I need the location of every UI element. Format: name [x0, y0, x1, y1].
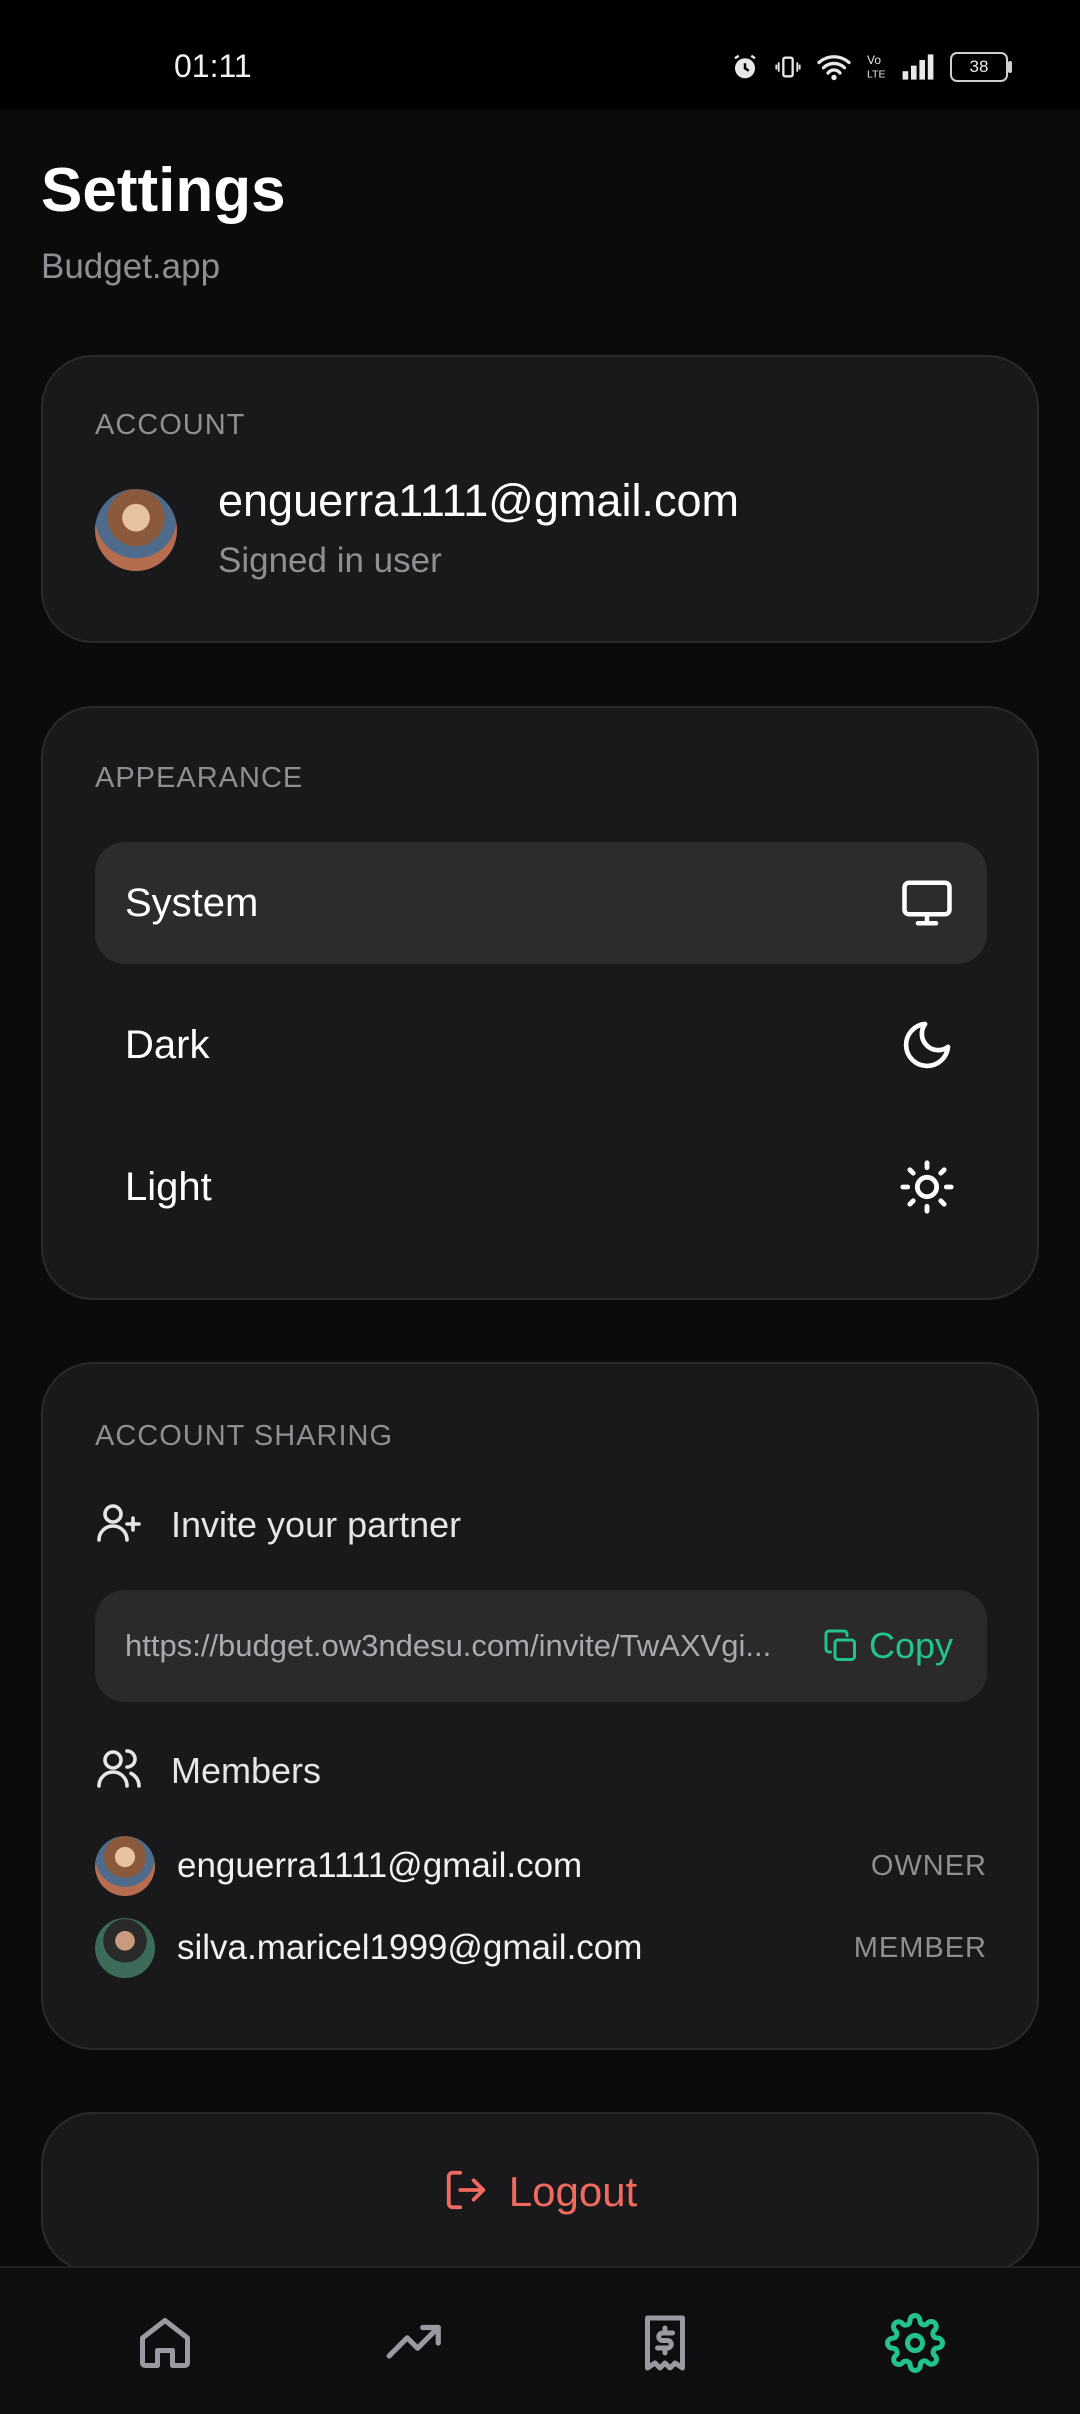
logout-button[interactable]: Logout — [41, 2112, 1039, 2272]
appearance-option-label: Dark — [125, 1022, 210, 1067]
member-row: silva.maricel1999@gmail.com MEMBER — [95, 1918, 987, 1978]
member-role-badge: MEMBER — [853, 1931, 987, 1964]
copy-label: Copy — [869, 1625, 954, 1666]
home-icon — [140, 2318, 190, 2368]
account-email: enguerra1111@gmail.com — [218, 475, 739, 526]
status-bar: 01:11 Vo LTE 38 — [0, 0, 1080, 110]
signal-icon — [900, 53, 936, 81]
trending-up-icon — [386, 2324, 441, 2359]
volte-icon: Vo LTE — [866, 52, 886, 82]
status-time: 01:11 — [174, 48, 252, 84]
appearance-option-dark[interactable]: Dark — [95, 984, 987, 1106]
appearance-option-label: System — [125, 880, 259, 925]
appearance-option-label: Light — [125, 1164, 212, 1209]
logout-icon — [443, 2167, 489, 2218]
moon-icon — [897, 1015, 957, 1075]
bottom-nav — [0, 2266, 1080, 2414]
page-title: Settings — [41, 156, 286, 225]
invite-partner-row: Invite your partner — [95, 1498, 461, 1551]
battery-icon: 38 — [950, 52, 1012, 82]
invite-link-field[interactable]: https://budget.ow3ndesu.com/invite/TwAXV… — [95, 1590, 987, 1702]
account-sharing-card: ACCOUNT SHARING Invite your partner http… — [41, 1362, 1039, 2050]
wifi-icon — [816, 52, 852, 82]
account-card: ACCOUNT enguerra1111@gmail.com Signed in… — [41, 355, 1039, 643]
page-subtitle: Budget.app — [41, 247, 221, 286]
receipt-dollar-icon — [645, 2315, 685, 2371]
invite-partner-label: Invite your partner — [171, 1503, 462, 1545]
status-icons: Vo LTE 38 — [730, 52, 1012, 82]
alarm-icon — [730, 52, 760, 82]
member-row: enguerra1111@gmail.com OWNER — [95, 1836, 987, 1896]
sharing-section-label: ACCOUNT SHARING — [95, 1420, 394, 1452]
avatar — [95, 489, 177, 571]
svg-text:LTE: LTE — [867, 69, 885, 81]
nav-settings[interactable] — [880, 2308, 950, 2378]
settings-icon — [885, 2313, 945, 2373]
logout-label: Logout — [508, 2168, 638, 2215]
member-email: silva.maricel1999@gmail.com — [177, 1928, 643, 1967]
members-header: Members — [95, 1744, 321, 1797]
account-section-label: ACCOUNT — [95, 409, 246, 441]
sun-icon — [897, 1157, 957, 1217]
account-status: Signed in user — [218, 541, 442, 580]
avatar — [95, 1836, 155, 1896]
users-icon — [95, 1744, 143, 1797]
appearance-option-light[interactable]: Light — [95, 1126, 987, 1248]
appearance-card: APPEARANCE System Dark Light — [41, 706, 1039, 1300]
svg-text:Vo: Vo — [867, 53, 881, 67]
avatar — [95, 1918, 155, 1978]
member-email: enguerra1111@gmail.com — [177, 1846, 583, 1885]
nav-home[interactable] — [130, 2308, 200, 2378]
nav-transactions[interactable] — [630, 2308, 700, 2378]
monitor-icon — [897, 873, 957, 933]
member-role-badge: OWNER — [870, 1849, 987, 1882]
appearance-option-system[interactable]: System — [95, 842, 987, 964]
nav-trends[interactable] — [380, 2308, 450, 2378]
invite-url: https://budget.ow3ndesu.com/invite/TwAXV… — [125, 1628, 772, 1663]
user-plus-icon — [95, 1498, 143, 1551]
copy-icon — [824, 1629, 856, 1661]
members-label: Members — [171, 1749, 322, 1791]
appearance-section-label: APPEARANCE — [95, 762, 304, 794]
copy-button[interactable]: Copy — [823, 1625, 953, 1667]
vibrate-icon — [774, 52, 802, 82]
